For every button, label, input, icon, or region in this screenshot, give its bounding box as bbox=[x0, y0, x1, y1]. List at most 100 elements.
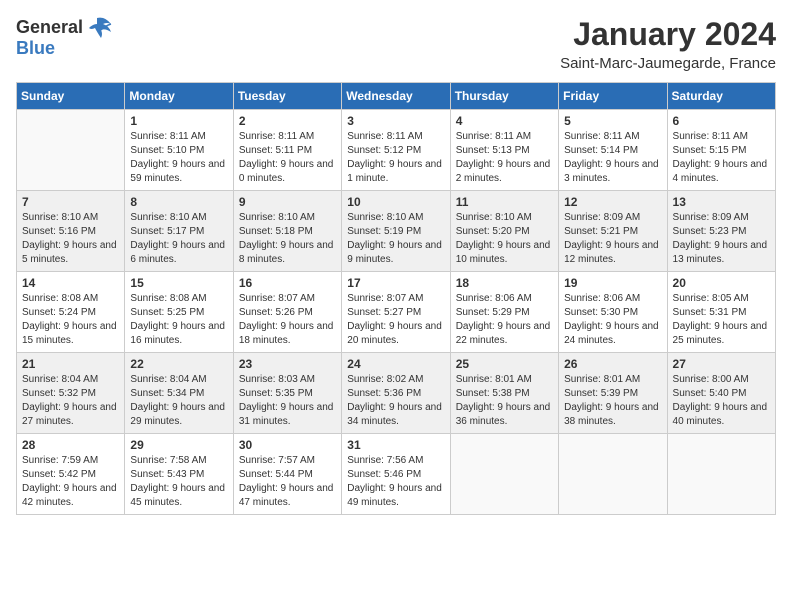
calendar-cell: 1 Sunrise: 8:11 AMSunset: 5:10 PMDaylight… bbox=[125, 110, 233, 191]
day-number: 10 bbox=[347, 195, 444, 209]
day-info: Sunrise: 8:10 AMSunset: 5:16 PMDaylight:… bbox=[22, 211, 119, 267]
day-number: 24 bbox=[347, 357, 444, 371]
day-number: 14 bbox=[22, 276, 119, 290]
day-number: 1 bbox=[130, 114, 227, 128]
title-area: January 2024 Saint-Marc-Jaumegarde, Fran… bbox=[560, 16, 776, 72]
day-info: Sunrise: 8:09 AMSunset: 5:23 PMDaylight:… bbox=[673, 211, 770, 267]
day-info: Sunrise: 8:01 AMSunset: 5:39 PMDaylight:… bbox=[564, 373, 661, 429]
day-number: 8 bbox=[130, 195, 227, 209]
calendar-cell: 25 Sunrise: 8:01 AMSunset: 5:38 PMDayligh… bbox=[450, 353, 558, 434]
calendar-cell: 21 Sunrise: 8:04 AMSunset: 5:32 PMDayligh… bbox=[17, 353, 125, 434]
calendar-cell: 13Sunrise: 8:09 AMSunset: 5:23 PMDayligh… bbox=[667, 191, 775, 272]
calendar-header-row: SundayMondayTuesdayWednesdayThursdayFrid… bbox=[17, 83, 776, 110]
col-header-monday: Monday bbox=[125, 83, 233, 110]
calendar-cell: 16 Sunrise: 8:07 AMSunset: 5:26 PMDayligh… bbox=[233, 272, 341, 353]
logo: General Blue bbox=[16, 16, 115, 59]
calendar-cell: 11 Sunrise: 8:10 AMSunset: 5:20 PMDayligh… bbox=[450, 191, 558, 272]
day-info: Sunrise: 8:07 AMSunset: 5:27 PMDaylight:… bbox=[347, 292, 444, 348]
day-number: 7 bbox=[22, 195, 119, 209]
calendar-cell: 27 Sunrise: 8:00 AMSunset: 5:40 PMDayligh… bbox=[667, 353, 775, 434]
calendar-cell: 12 Sunrise: 8:09 AMSunset: 5:21 PMDayligh… bbox=[559, 191, 667, 272]
day-info: Sunrise: 8:11 AMSunset: 5:12 PMDaylight:… bbox=[347, 130, 444, 186]
day-info: Sunrise: 8:07 AMSunset: 5:26 PMDaylight:… bbox=[239, 292, 336, 348]
day-number: 22 bbox=[130, 357, 227, 371]
col-header-friday: Friday bbox=[559, 83, 667, 110]
day-number: 30 bbox=[239, 438, 336, 452]
day-number: 15 bbox=[130, 276, 227, 290]
logo-text-blue: Blue bbox=[16, 38, 55, 58]
day-number: 5 bbox=[564, 114, 661, 128]
day-info: Sunrise: 8:11 AMSunset: 5:13 PMDaylight:… bbox=[456, 130, 553, 186]
calendar-cell: 14 Sunrise: 8:08 AMSunset: 5:24 PMDayligh… bbox=[17, 272, 125, 353]
calendar-cell bbox=[17, 110, 125, 191]
day-number: 4 bbox=[456, 114, 553, 128]
day-info: Sunrise: 8:09 AMSunset: 5:21 PMDaylight:… bbox=[564, 211, 661, 267]
day-info: Sunrise: 8:10 AMSunset: 5:19 PMDaylight:… bbox=[347, 211, 444, 267]
calendar-cell: 5 Sunrise: 8:11 AMSunset: 5:14 PMDaylight… bbox=[559, 110, 667, 191]
day-info: Sunrise: 8:11 AMSunset: 5:14 PMDaylight:… bbox=[564, 130, 661, 186]
calendar-cell: 15Sunrise: 8:08 AMSunset: 5:25 PMDayligh… bbox=[125, 272, 233, 353]
month-title: January 2024 bbox=[560, 16, 776, 53]
day-info: Sunrise: 8:02 AMSunset: 5:36 PMDaylight:… bbox=[347, 373, 444, 429]
calendar-cell: 28Sunrise: 7:59 AMSunset: 5:42 PMDayligh… bbox=[17, 434, 125, 515]
calendar-cell: 30 Sunrise: 7:57 AMSunset: 5:44 PMDayligh… bbox=[233, 434, 341, 515]
day-number: 17 bbox=[347, 276, 444, 290]
col-header-wednesday: Wednesday bbox=[342, 83, 450, 110]
calendar-cell: 18 Sunrise: 8:06 AMSunset: 5:29 PMDayligh… bbox=[450, 272, 558, 353]
day-info: Sunrise: 8:04 AMSunset: 5:32 PMDaylight:… bbox=[22, 373, 119, 429]
day-number: 2 bbox=[239, 114, 336, 128]
day-number: 31 bbox=[347, 438, 444, 452]
calendar-week-row: 1 Sunrise: 8:11 AMSunset: 5:10 PMDaylight… bbox=[17, 110, 776, 191]
day-info: Sunrise: 8:11 AMSunset: 5:11 PMDaylight:… bbox=[239, 130, 336, 186]
day-number: 6 bbox=[673, 114, 770, 128]
day-number: 12 bbox=[564, 195, 661, 209]
day-number: 25 bbox=[456, 357, 553, 371]
day-number: 27 bbox=[673, 357, 770, 371]
calendar-week-row: 21 Sunrise: 8:04 AMSunset: 5:32 PMDayligh… bbox=[17, 353, 776, 434]
day-info: Sunrise: 8:04 AMSunset: 5:34 PMDaylight:… bbox=[130, 373, 227, 429]
day-info: Sunrise: 8:03 AMSunset: 5:35 PMDaylight:… bbox=[239, 373, 336, 429]
day-info: Sunrise: 7:58 AMSunset: 5:43 PMDaylight:… bbox=[130, 454, 227, 510]
day-number: 18 bbox=[456, 276, 553, 290]
calendar-cell: 26Sunrise: 8:01 AMSunset: 5:39 PMDayligh… bbox=[559, 353, 667, 434]
calendar-cell: 2 Sunrise: 8:11 AMSunset: 5:11 PMDaylight… bbox=[233, 110, 341, 191]
location-title: Saint-Marc-Jaumegarde, France bbox=[560, 55, 776, 72]
calendar-cell bbox=[667, 434, 775, 515]
calendar-cell: 20 Sunrise: 8:05 AMSunset: 5:31 PMDayligh… bbox=[667, 272, 775, 353]
day-number: 11 bbox=[456, 195, 553, 209]
day-info: Sunrise: 8:05 AMSunset: 5:31 PMDaylight:… bbox=[673, 292, 770, 348]
day-number: 21 bbox=[22, 357, 119, 371]
day-number: 29 bbox=[130, 438, 227, 452]
calendar-cell: 23 Sunrise: 8:03 AMSunset: 5:35 PMDayligh… bbox=[233, 353, 341, 434]
day-info: Sunrise: 7:56 AMSunset: 5:46 PMDaylight:… bbox=[347, 454, 444, 510]
calendar-week-row: 28Sunrise: 7:59 AMSunset: 5:42 PMDayligh… bbox=[17, 434, 776, 515]
day-info: Sunrise: 8:11 AMSunset: 5:10 PMDaylight:… bbox=[130, 130, 227, 186]
day-number: 23 bbox=[239, 357, 336, 371]
day-info: Sunrise: 8:01 AMSunset: 5:38 PMDaylight:… bbox=[456, 373, 553, 429]
day-info: Sunrise: 8:06 AMSunset: 5:29 PMDaylight:… bbox=[456, 292, 553, 348]
calendar-cell: 22 Sunrise: 8:04 AMSunset: 5:34 PMDayligh… bbox=[125, 353, 233, 434]
day-info: Sunrise: 8:10 AMSunset: 5:18 PMDaylight:… bbox=[239, 211, 336, 267]
day-number: 3 bbox=[347, 114, 444, 128]
day-number: 9 bbox=[239, 195, 336, 209]
day-info: Sunrise: 7:59 AMSunset: 5:42 PMDaylight:… bbox=[22, 454, 119, 510]
calendar-cell: 8Sunrise: 8:10 AMSunset: 5:17 PMDaylight… bbox=[125, 191, 233, 272]
col-header-thursday: Thursday bbox=[450, 83, 558, 110]
logo-text-general: General bbox=[16, 17, 83, 38]
logo-bird-icon bbox=[87, 16, 115, 38]
day-info: Sunrise: 8:08 AMSunset: 5:24 PMDaylight:… bbox=[22, 292, 119, 348]
day-info: Sunrise: 8:10 AMSunset: 5:20 PMDaylight:… bbox=[456, 211, 553, 267]
calendar-cell: 29 Sunrise: 7:58 AMSunset: 5:43 PMDayligh… bbox=[125, 434, 233, 515]
calendar-table: SundayMondayTuesdayWednesdayThursdayFrid… bbox=[16, 82, 776, 515]
calendar-cell bbox=[450, 434, 558, 515]
calendar-cell: 3 Sunrise: 8:11 AMSunset: 5:12 PMDaylight… bbox=[342, 110, 450, 191]
day-number: 16 bbox=[239, 276, 336, 290]
day-number: 20 bbox=[673, 276, 770, 290]
calendar-cell: 9 Sunrise: 8:10 AMSunset: 5:18 PMDaylight… bbox=[233, 191, 341, 272]
day-info: Sunrise: 8:11 AMSunset: 5:15 PMDaylight:… bbox=[673, 130, 770, 186]
calendar-cell: 17 Sunrise: 8:07 AMSunset: 5:27 PMDayligh… bbox=[342, 272, 450, 353]
day-info: Sunrise: 7:57 AMSunset: 5:44 PMDaylight:… bbox=[239, 454, 336, 510]
calendar-cell: 19Sunrise: 8:06 AMSunset: 5:30 PMDayligh… bbox=[559, 272, 667, 353]
day-info: Sunrise: 8:00 AMSunset: 5:40 PMDaylight:… bbox=[673, 373, 770, 429]
calendar-week-row: 14 Sunrise: 8:08 AMSunset: 5:24 PMDayligh… bbox=[17, 272, 776, 353]
